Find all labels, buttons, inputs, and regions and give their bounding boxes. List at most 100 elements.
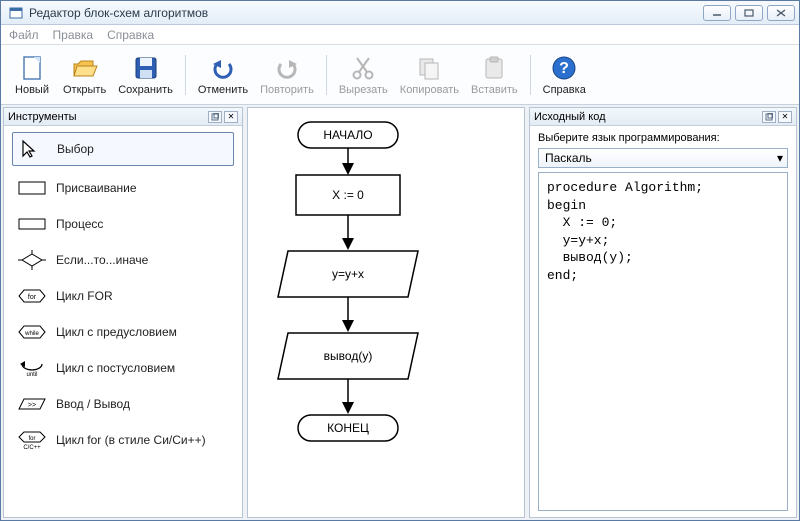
tool-for[interactable]: for Цикл FOR <box>12 282 234 310</box>
panel-close-button[interactable]: ✕ <box>224 111 238 123</box>
svg-text:for: for <box>28 294 37 301</box>
tool-process-label: Процесс <box>56 217 103 231</box>
ifelse-icon <box>18 250 46 270</box>
toolbar-paste-button[interactable]: Вставить <box>465 52 524 98</box>
menu-edit[interactable]: Правка <box>53 28 94 42</box>
tool-assign[interactable]: Присваивание <box>12 174 234 202</box>
flow-end-label: КОНЕЦ <box>327 421 369 435</box>
language-select[interactable]: Паскаль ▾ <box>538 148 788 168</box>
open-folder-icon <box>71 54 99 82</box>
chevron-down-icon: ▾ <box>777 151 783 165</box>
save-icon <box>132 54 160 82</box>
app-icon <box>9 6 23 20</box>
flowchart-canvas[interactable]: НАЧАЛО X := 0 y=y+x вывод(y) КОНЕЦ <box>247 107 525 518</box>
close-button[interactable] <box>767 5 795 21</box>
minimize-button[interactable] <box>703 5 731 21</box>
tools-panel-title: Инструменты <box>8 111 206 123</box>
tool-select[interactable]: Выбор <box>12 132 234 166</box>
svg-text:for: for <box>28 436 35 442</box>
tool-while[interactable]: while Цикл с предусловием <box>12 318 234 346</box>
svg-text:while: while <box>24 331 39 337</box>
tool-select-label: Выбор <box>57 142 94 156</box>
cut-icon <box>349 54 377 82</box>
flowchart: НАЧАЛО X := 0 y=y+x вывод(y) КОНЕЦ <box>248 117 448 517</box>
separator <box>326 55 327 95</box>
panel-float-button[interactable] <box>762 111 776 123</box>
menubar: Файл Правка Справка <box>1 25 799 45</box>
redo-icon <box>273 54 301 82</box>
panel-close-button[interactable]: ✕ <box>778 111 792 123</box>
for-icon: for <box>18 286 46 306</box>
menu-file[interactable]: Файл <box>9 28 39 42</box>
svg-text:C/C++: C/C++ <box>23 445 41 450</box>
tool-cfor[interactable]: for C/C++ Цикл for (в стиле Си/Си++) <box>12 426 234 454</box>
toolbar-copy-label: Копировать <box>400 84 459 96</box>
toolbar-cut-button[interactable]: Вырезать <box>333 52 394 98</box>
titlebar: Редактор блок-схем алгоритмов <box>1 1 799 25</box>
paste-icon <box>480 54 508 82</box>
while-icon: while <box>18 322 46 342</box>
code-panel-header: Исходный код ✕ <box>530 108 796 126</box>
toolbar-undo-label: Отменить <box>198 84 248 96</box>
toolbar-new-button[interactable]: Новый <box>7 52 57 98</box>
tool-until[interactable]: until Цикл с постусловием <box>12 354 234 382</box>
code-panel-body: Выберите язык программирования: Паскаль … <box>530 126 796 517</box>
window-title: Редактор блок-схем алгоритмов <box>29 6 699 20</box>
panel-float-button[interactable] <box>208 111 222 123</box>
toolbar-redo-label: Повторить <box>260 84 314 96</box>
undo-icon <box>209 54 237 82</box>
tools-panel-header: Инструменты ✕ <box>4 108 242 126</box>
toolbar-undo-button[interactable]: Отменить <box>192 52 254 98</box>
code-output[interactable]: procedure Algorithm; begin X := 0; y=y+x… <box>538 172 788 511</box>
toolbar-new-label: Новый <box>15 84 49 96</box>
maximize-button[interactable] <box>735 5 763 21</box>
code-panel-title: Исходный код <box>534 111 760 123</box>
assign-icon <box>18 178 46 198</box>
language-selected: Паскаль <box>545 151 592 165</box>
process-icon <box>18 214 46 234</box>
tool-until-label: Цикл с постусловием <box>56 361 175 375</box>
toolbar-open-label: Открыть <box>63 84 106 96</box>
io-icon: >> <box>18 394 46 414</box>
new-file-icon <box>18 54 46 82</box>
language-prompt: Выберите язык программирования: <box>538 132 788 144</box>
tool-io[interactable]: >> Ввод / Вывод <box>12 390 234 418</box>
tool-for-label: Цикл FOR <box>56 289 113 303</box>
tool-ifelse[interactable]: Если...то...иначе <box>12 246 234 274</box>
toolbar-redo-button[interactable]: Повторить <box>254 52 320 98</box>
tool-cfor-label: Цикл for (в стиле Си/Си++) <box>56 433 206 447</box>
toolbar-help-label: Справка <box>543 84 586 96</box>
tools-list: Выбор Присваивание Процесс Если...то...и… <box>4 126 242 460</box>
toolbar-open-button[interactable]: Открыть <box>57 52 112 98</box>
main-area: Инструменты ✕ Выбор Присваивание Процесс… <box>1 105 799 520</box>
svg-text:?: ? <box>559 60 569 77</box>
flow-assign-label: X := 0 <box>332 188 364 202</box>
tool-assign-label: Присваивание <box>56 181 137 195</box>
separator <box>530 55 531 95</box>
code-panel: Исходный код ✕ Выберите язык программиро… <box>529 107 797 518</box>
tool-process[interactable]: Процесс <box>12 210 234 238</box>
menu-help[interactable]: Справка <box>107 28 154 42</box>
toolbar: Новый Открыть Сохранить Отменить Повтори… <box>1 45 799 105</box>
tools-panel: Инструменты ✕ Выбор Присваивание Процесс… <box>3 107 243 518</box>
tool-while-label: Цикл с предусловием <box>56 325 177 339</box>
svg-text:>>: >> <box>28 402 36 409</box>
tool-io-label: Ввод / Вывод <box>56 397 130 411</box>
toolbar-copy-button[interactable]: Копировать <box>394 52 465 98</box>
separator <box>185 55 186 95</box>
tool-ifelse-label: Если...то...иначе <box>56 253 148 267</box>
toolbar-cut-label: Вырезать <box>339 84 388 96</box>
toolbar-paste-label: Вставить <box>471 84 518 96</box>
until-icon: until <box>18 358 46 378</box>
cfor-icon: for C/C++ <box>18 430 46 450</box>
cursor-icon <box>19 139 47 159</box>
flow-start-label: НАЧАЛО <box>323 128 372 142</box>
copy-icon <box>415 54 443 82</box>
help-icon: ? <box>550 54 578 82</box>
toolbar-save-button[interactable]: Сохранить <box>112 52 179 98</box>
toolbar-help-button[interactable]: ? Справка <box>537 52 592 98</box>
flow-process-label: y=y+x <box>332 267 364 281</box>
flow-io-label: вывод(y) <box>324 349 373 363</box>
toolbar-save-label: Сохранить <box>118 84 173 96</box>
svg-text:until: until <box>26 372 37 378</box>
